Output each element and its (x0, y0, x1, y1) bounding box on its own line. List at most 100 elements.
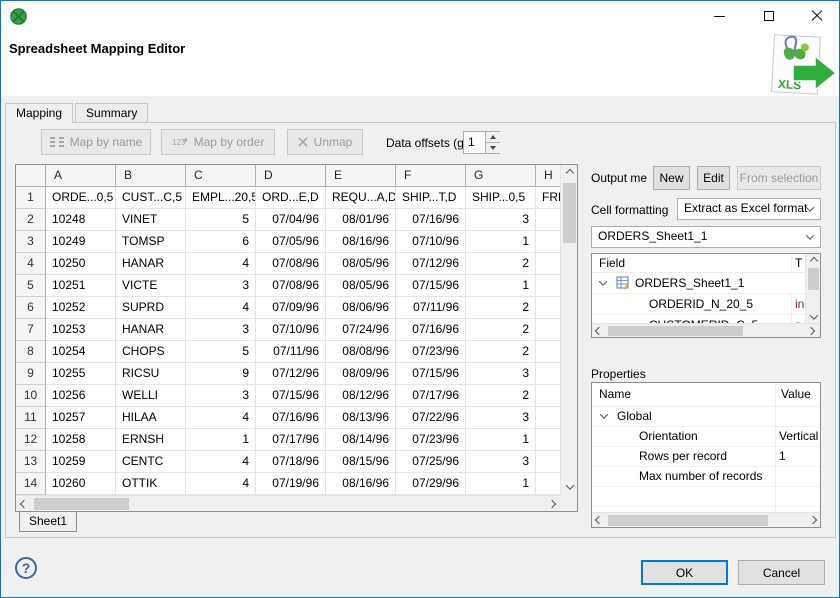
spinner-up-button[interactable] (486, 132, 500, 143)
grid-cell[interactable]: CHOPS (116, 341, 186, 363)
grid-cell[interactable]: 1 (466, 231, 536, 253)
grid-cell[interactable]: 3 (466, 451, 536, 473)
grid-cell[interactable]: 07/12/96 (396, 253, 466, 275)
value-column-header[interactable]: Value (781, 387, 811, 401)
grid-cell[interactable]: 07/08/96 (256, 275, 326, 297)
grid-cell[interactable]: 3 (466, 407, 536, 429)
grid-row-header[interactable]: 9 (16, 363, 46, 385)
grid-cell[interactable]: 10259 (46, 451, 116, 473)
grid-cell[interactable]: 10254 (46, 341, 116, 363)
grid-cell[interactable]: 2 (466, 341, 536, 363)
grid-cell[interactable]: 07/09/96 (256, 297, 326, 319)
property-row[interactable]: Rows per record1 (592, 447, 820, 467)
horizontal-scroll-thumb[interactable] (608, 326, 743, 336)
property-value[interactable]: Vertical (776, 427, 820, 446)
grid-cell[interactable] (536, 429, 560, 451)
grid-cell[interactable]: VICTE (116, 275, 186, 297)
grid-cell[interactable]: 2 (466, 385, 536, 407)
vertical-scroll-thumb[interactable] (563, 183, 576, 243)
grid-cell[interactable]: 07/15/96 (396, 363, 466, 385)
grid-mapping-cell[interactable]: REQU...A,D (326, 187, 396, 209)
grid-cell[interactable]: 08/05/96 (326, 253, 396, 275)
vertical-scroll-thumb[interactable] (808, 268, 819, 290)
field-tree-field-row[interactable]: ORDERID_N_20_5in (592, 294, 805, 315)
grid-cell[interactable] (536, 363, 560, 385)
grid-cell[interactable]: 10253 (46, 319, 116, 341)
grid-cell[interactable] (536, 231, 560, 253)
map-by-order-button[interactable]: 123 Map by order (161, 129, 275, 155)
grid-cell[interactable]: 07/04/96 (256, 209, 326, 231)
grid-cell[interactable]: 08/01/96 (326, 209, 396, 231)
grid-cell[interactable]: 1 (466, 429, 536, 451)
properties-horizontal-scrollbar[interactable] (592, 512, 820, 527)
grid-cell[interactable]: 07/16/96 (396, 319, 466, 341)
scroll-left-button[interactable] (592, 324, 606, 337)
grid-cell[interactable]: 2 (466, 297, 536, 319)
grid-cell[interactable]: 3 (186, 319, 256, 341)
grid-cell[interactable]: 4 (186, 297, 256, 319)
map-by-name-button[interactable]: Map by name (41, 129, 151, 155)
name-column-header[interactable]: Name (599, 387, 631, 401)
grid-cell[interactable]: 08/12/96 (326, 385, 396, 407)
field-column-header[interactable]: Field (599, 256, 625, 270)
scroll-left-button[interactable] (592, 513, 606, 527)
horizontal-scroll-thumb[interactable] (608, 515, 768, 526)
grid-cell[interactable]: 07/12/96 (256, 363, 326, 385)
grid-cell[interactable] (536, 407, 560, 429)
grid-cell[interactable]: 07/16/96 (256, 407, 326, 429)
scroll-right-button[interactable] (804, 324, 818, 337)
grid-column-header[interactable]: A (46, 165, 116, 187)
grid-column-header[interactable]: B (116, 165, 186, 187)
grid-cell[interactable]: 10252 (46, 297, 116, 319)
grid-cell[interactable]: 1 (466, 275, 536, 297)
new-button[interactable]: New (653, 166, 690, 190)
ok-button[interactable]: OK (641, 560, 728, 585)
tab-sheet1[interactable]: Sheet1 (19, 512, 77, 532)
grid-cell[interactable]: 07/11/96 (256, 341, 326, 363)
grid-cell[interactable]: WELLI (116, 385, 186, 407)
grid-cell[interactable]: 10257 (46, 407, 116, 429)
grid-cell[interactable]: 6 (186, 231, 256, 253)
grid-cell[interactable]: 4 (186, 407, 256, 429)
grid-column-header[interactable]: F (396, 165, 466, 187)
property-group-row[interactable]: Global (592, 407, 820, 427)
grid-cell[interactable] (536, 253, 560, 275)
grid-cell[interactable]: 08/16/96 (326, 231, 396, 253)
grid-cell[interactable]: 08/08/96 (326, 341, 396, 363)
grid-cell[interactable]: 10255 (46, 363, 116, 385)
grid-cell[interactable]: 3 (186, 275, 256, 297)
grid-cell[interactable]: 07/24/96 (326, 319, 396, 341)
cell-formatting-select[interactable]: Extract as Excel format (677, 198, 821, 220)
grid-cell[interactable]: 5 (186, 209, 256, 231)
edit-button[interactable]: Edit (697, 166, 730, 190)
grid-row-header[interactable]: 7 (16, 319, 46, 341)
grid-cell[interactable] (536, 385, 560, 407)
grid-row-header[interactable]: 14 (16, 473, 46, 495)
grid-cell[interactable]: 07/23/96 (396, 341, 466, 363)
grid-cell[interactable]: 07/10/96 (396, 231, 466, 253)
grid-cell[interactable]: 07/18/96 (256, 451, 326, 473)
property-value[interactable]: 1 (776, 447, 820, 466)
data-offsets-spinner[interactable]: 1 (463, 131, 500, 154)
grid-cell[interactable]: HANAR (116, 253, 186, 275)
grid-row-header[interactable]: 12 (16, 429, 46, 451)
grid-column-header[interactable]: E (326, 165, 396, 187)
grid-cell[interactable] (536, 319, 560, 341)
grid-cell[interactable]: RICSU (116, 363, 186, 385)
grid-cell[interactable]: 1 (186, 429, 256, 451)
grid-cell[interactable]: 07/22/96 (396, 407, 466, 429)
grid-corner[interactable] (16, 165, 46, 187)
grid-row-header[interactable]: 4 (16, 253, 46, 275)
grid-vertical-scrollbar[interactable] (560, 165, 577, 495)
grid-cell[interactable]: 2 (466, 319, 536, 341)
grid-column-header[interactable]: H (536, 165, 560, 187)
grid-cell[interactable]: 10256 (46, 385, 116, 407)
grid-cell[interactable]: 08/14/96 (326, 429, 396, 451)
field-tree-vertical-scrollbar[interactable] (805, 254, 820, 323)
grid-column-header[interactable]: D (256, 165, 326, 187)
grid-cell[interactable]: 07/23/96 (396, 429, 466, 451)
grid-row-header[interactable]: 10 (16, 385, 46, 407)
grid-cell[interactable]: 07/05/96 (256, 231, 326, 253)
grid-cell[interactable]: CENTC (116, 451, 186, 473)
minimize-button[interactable] (701, 1, 737, 31)
